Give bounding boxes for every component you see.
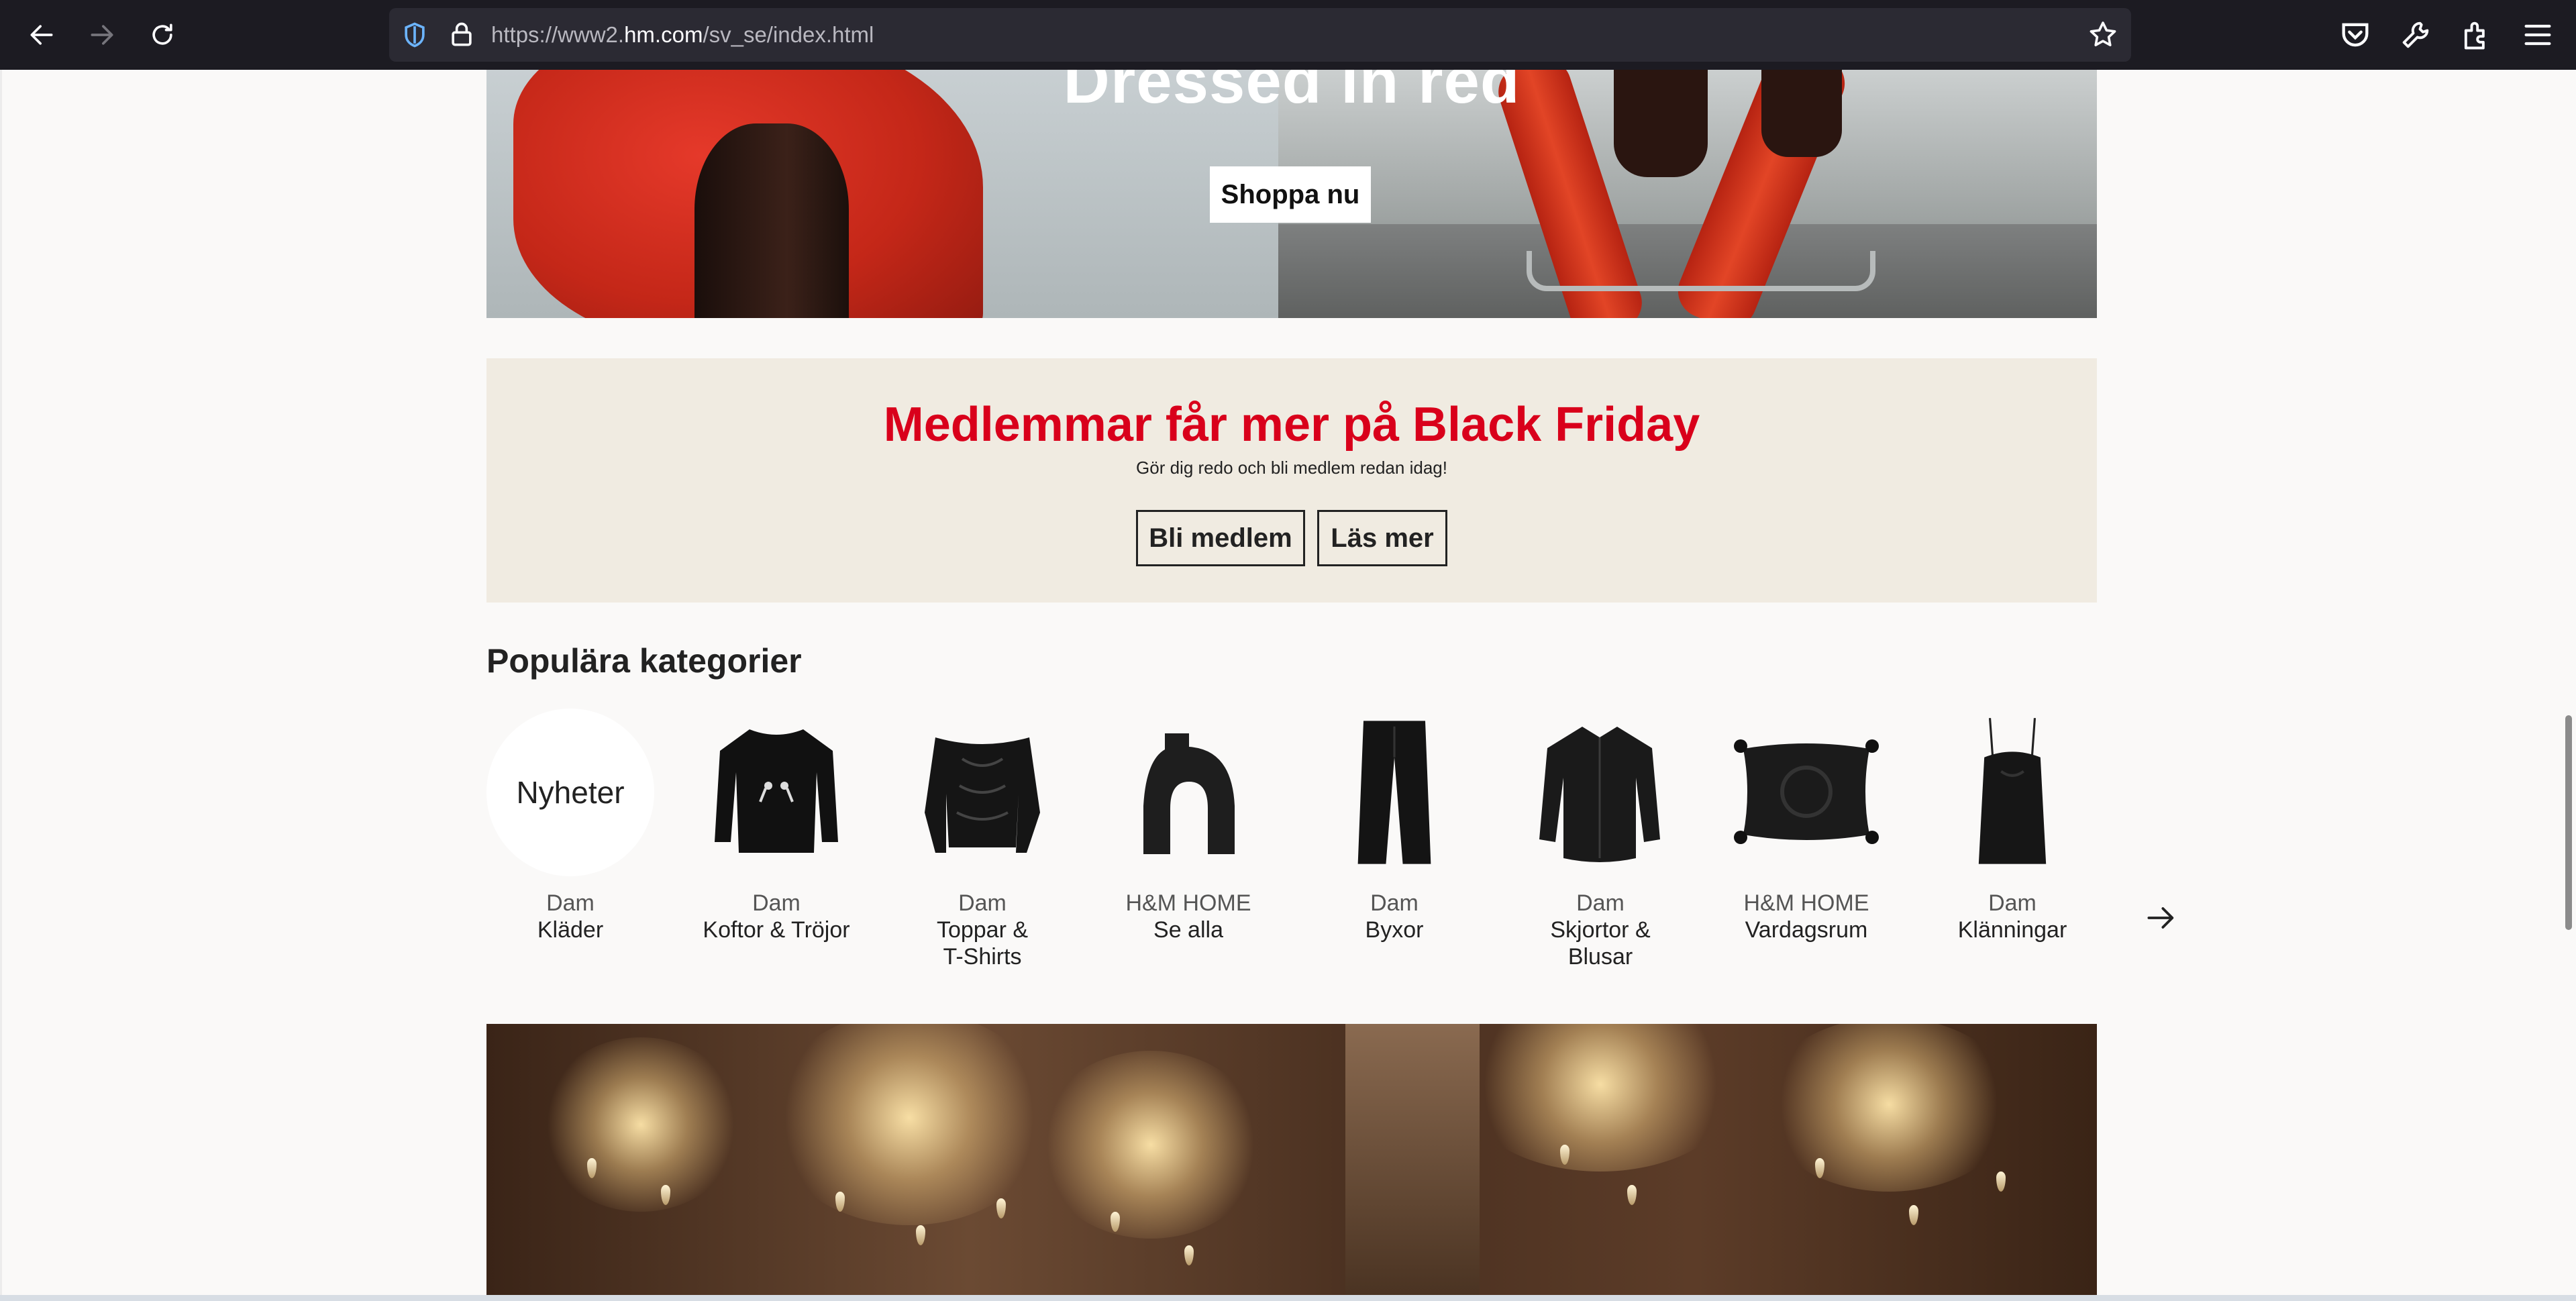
chandelier-light <box>1761 1024 2016 1192</box>
category-label-name: Vardagsrum <box>1745 917 1868 943</box>
category-label-name: T-Shirts <box>943 944 1022 970</box>
forward-icon[interactable] <box>82 15 122 55</box>
reload-icon[interactable] <box>142 15 183 55</box>
crystal-drop <box>916 1225 925 1245</box>
news-circle-label: Nyheter <box>516 775 625 810</box>
category-label-dept: Dam <box>752 890 801 916</box>
crystal-drop <box>1184 1245 1194 1265</box>
url-bar[interactable]: https://www2.hm.com/sv_se/index.html <box>389 8 2131 62</box>
crystal-drop <box>1909 1205 1918 1225</box>
promo-title: Medlemmar får mer på Black Friday <box>883 398 1700 452</box>
category-label-name: Skjortor & <box>1550 917 1651 943</box>
trousers-image <box>1310 709 1478 876</box>
black-friday-promo: Medlemmar får mer på Black Friday Gör di… <box>486 358 2097 603</box>
page-scrollbar[interactable] <box>2565 715 2572 930</box>
category-label-dept: Dam <box>546 890 595 916</box>
promo-subtitle: Gör dig redo och bli medlem redan idag! <box>1136 458 1447 478</box>
shop-now-button[interactable]: Shoppa nu <box>1210 166 1371 223</box>
category-label-name: Kläder <box>537 917 604 943</box>
chandelier-light <box>1459 1024 1741 1172</box>
category-label-dept: H&M HOME <box>1743 890 1869 916</box>
category-label-dept: Dam <box>1576 890 1625 916</box>
category-item-home[interactable]: H&M HOME Se alla <box>1104 709 1272 943</box>
categories-carousel: Nyheter Dam Kläder Dam Koftor & Tröjor D… <box>486 709 2097 990</box>
vase-image <box>1104 709 1272 876</box>
url-path: /sv_se/index.html <box>703 22 874 47</box>
hero-title: Dressed in red <box>1063 70 1521 117</box>
hero-model-leg <box>694 123 849 318</box>
chandelier-banner[interactable] <box>486 1024 2097 1297</box>
url-domain: hm.com <box>624 22 703 47</box>
hero-banner[interactable]: Dressed in red Shoppa nu <box>486 70 2097 318</box>
arrow-right-icon[interactable] <box>2143 899 2180 937</box>
chandelier-light <box>540 1037 741 1212</box>
category-item-living-room[interactable]: H&M HOME Vardagsrum <box>1722 709 1890 943</box>
url-prefix: https://www2. <box>491 22 625 47</box>
pocket-icon[interactable] <box>2338 17 2373 52</box>
category-label-name: Klänningar <box>1957 917 2067 943</box>
sweater-image <box>692 709 860 876</box>
category-item-trousers[interactable]: Dam Byxor <box>1310 709 1478 943</box>
cushion-image <box>1722 709 1890 876</box>
category-item-tops[interactable]: Dam Toppar & T-Shirts <box>898 709 1066 970</box>
crystal-drop <box>1627 1185 1637 1205</box>
join-member-button[interactable]: Bli medlem <box>1136 510 1305 566</box>
extensions-icon[interactable] <box>2459 17 2493 52</box>
categories-heading: Populära kategorier <box>486 642 802 680</box>
wrench-icon[interactable] <box>2398 17 2433 52</box>
url-text[interactable]: https://www2.hm.com/sv_se/index.html <box>491 8 874 62</box>
browser-toolbar: https://www2.hm.com/sv_se/index.html <box>0 0 2576 70</box>
category-label-name: Byxor <box>1365 917 1424 943</box>
dress-image <box>1928 709 2096 876</box>
category-label-dept: Dam <box>1370 890 1419 916</box>
banner-wall <box>1345 1024 1480 1297</box>
category-item-news[interactable]: Nyheter Dam Kläder <box>486 709 654 943</box>
category-item-shirts[interactable]: Dam Skjortor & Blusar <box>1516 709 1684 970</box>
read-more-button[interactable]: Läs mer <box>1317 510 1447 566</box>
shield-icon[interactable] <box>400 20 429 50</box>
hero-chair <box>1527 251 1875 291</box>
category-label-name: Koftor & Tröjor <box>703 917 850 943</box>
top-image <box>898 709 1066 876</box>
category-label-name: Blusar <box>1567 944 1633 970</box>
crystal-drop <box>1996 1172 2006 1192</box>
category-label-dept: Dam <box>1988 890 2037 916</box>
category-item-cardigans[interactable]: Dam Koftor & Tröjor <box>692 709 860 943</box>
news-circle: Nyheter <box>486 709 654 876</box>
menu-icon[interactable] <box>2520 17 2555 52</box>
page-content: Dressed in red Shoppa nu Medlemmar får m… <box>0 70 2576 1297</box>
category-item-dresses[interactable]: Dam Klänningar <box>1928 709 2096 943</box>
chandelier-light <box>768 1024 1050 1225</box>
back-icon[interactable] <box>21 15 62 55</box>
category-label-name: Toppar & <box>936 917 1029 943</box>
category-label-dept: H&M HOME <box>1125 890 1251 916</box>
star-icon[interactable] <box>2087 19 2119 51</box>
crystal-drop <box>996 1198 1006 1218</box>
window-bottom-edge <box>0 1295 2576 1301</box>
category-label-dept: Dam <box>958 890 1007 916</box>
shirt-image <box>1516 709 1684 876</box>
category-label-name: Se alla <box>1153 917 1223 943</box>
lock-icon[interactable] <box>447 20 476 50</box>
chandelier-light <box>1037 1051 1265 1239</box>
